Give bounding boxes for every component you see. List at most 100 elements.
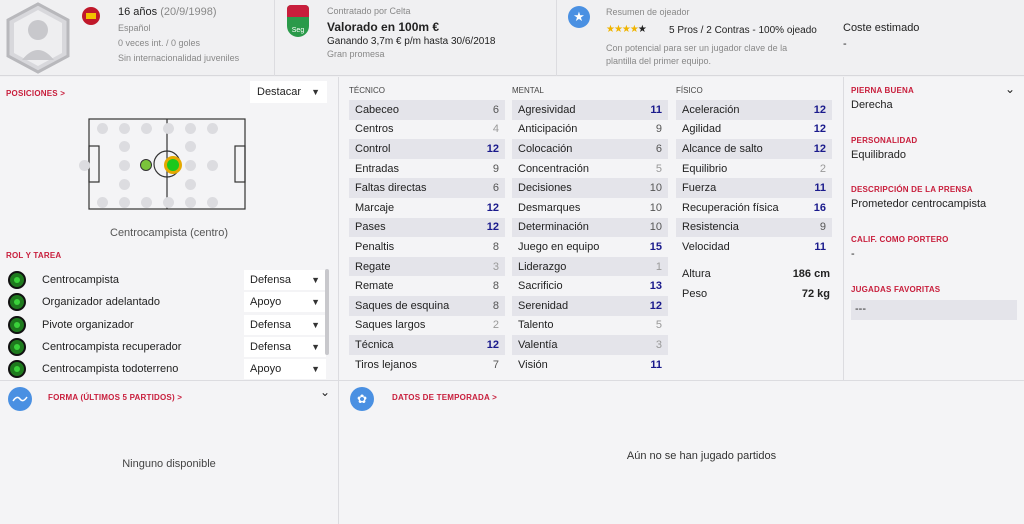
role-row[interactable]: Centrocampista Defensa ▼: [8, 269, 326, 291]
attribute-name: Remate: [355, 280, 394, 293]
pitch-position-dot: [185, 179, 196, 190]
attribute-value: 1: [655, 260, 662, 273]
attribute-name: Penaltis: [355, 240, 395, 253]
attribute-name: Equilibrio: [682, 162, 728, 175]
highlight-dropdown[interactable]: Destacar ▼: [250, 81, 327, 103]
attribute-row: Agresividad 11: [512, 100, 668, 120]
attribute-row: Marcaje 12: [349, 198, 505, 218]
role-icon: [8, 316, 26, 334]
role-row[interactable]: Centrocampista recuperador Defensa ▼: [8, 336, 326, 358]
attribute-value: 9: [819, 221, 826, 234]
attribute-name: Colocación: [518, 142, 573, 155]
duty-dropdown[interactable]: Defensa ▼: [244, 337, 326, 357]
pitch-position-dot: [207, 123, 218, 134]
attribute-value: 5: [655, 319, 662, 332]
attribute-name: Alcance de salto: [682, 142, 763, 155]
attribute-row: Liderazgo 1: [512, 256, 668, 277]
club-badge-icon[interactable]: Seg: [287, 5, 309, 37]
duty-label: Defensa: [250, 274, 291, 286]
attribute-name: Visión: [518, 358, 548, 371]
attribute-value: 12: [813, 103, 826, 116]
attribute-name: Liderazgo: [518, 260, 567, 273]
weight-value: 72 kg: [801, 288, 830, 300]
attribute-value: 16: [813, 201, 826, 214]
birth-date: (20/9/1998): [160, 6, 217, 18]
position-label: Centrocampista (centro): [110, 227, 228, 239]
attribute-name: Talento: [518, 319, 554, 332]
scout-rating-stars: ★★★★★: [606, 24, 647, 35]
prospect-label: Gran promesa: [327, 49, 385, 59]
attribute-row: Regate 3: [349, 256, 505, 277]
attribute-row: Cabeceo 6: [349, 100, 505, 120]
attribute-row: Concentración 5: [512, 159, 668, 179]
attribute-row: Remate 8: [349, 276, 505, 296]
attribute-value: 8: [492, 240, 499, 253]
pitch-position-dot: [141, 123, 152, 134]
attribute-name: Concentración: [518, 162, 589, 175]
attribute-row: Control 12: [349, 139, 505, 159]
pitch-natural-position: [164, 156, 182, 174]
role-name: Organizador adelantado: [42, 296, 161, 308]
player-header: 16 años (20/9/1998) Español 0 veces int.…: [0, 0, 1024, 76]
duty-label: Apoyo: [250, 296, 282, 308]
form-title[interactable]: FORMA (ÚLTIMOS 5 PARTIDOS) >: [48, 393, 182, 402]
attribute-row: Colocación 6: [512, 139, 668, 159]
attribute-name: Valentía: [518, 338, 558, 351]
attribute-name: Serenidad: [518, 299, 569, 312]
attribute-name: Decisiones: [518, 182, 572, 195]
season-title[interactable]: DATOS DE TEMPORADA >: [392, 393, 497, 402]
attribute-row: Valentía 3: [512, 335, 668, 355]
attribute-name: Determinación: [518, 221, 589, 234]
attribute-value: 9: [655, 123, 662, 136]
season-empty-message: Aún no se han jugado partidos: [626, 450, 777, 462]
form-collapse-icon[interactable]: ⌄: [320, 385, 330, 399]
duty-label: Defensa: [250, 319, 291, 331]
player-photo: [2, 2, 74, 74]
roles-scrollbar[interactable]: [325, 269, 329, 355]
press-value: Prometedor centrocampista: [851, 198, 987, 210]
attribute-value: 10: [649, 201, 662, 214]
attribute-name: Centros: [355, 123, 394, 136]
role-row[interactable]: Centrocampista todoterreno Apoyo ▼: [8, 358, 326, 380]
duty-dropdown[interactable]: Defensa ▼: [244, 270, 326, 290]
pitch-position-dot: [97, 123, 108, 134]
chevron-down-icon: ▼: [311, 320, 320, 330]
duty-dropdown[interactable]: Apoyo ▼: [244, 292, 326, 312]
youth-caps: Sin internacionalidad juveniles: [118, 53, 240, 63]
attribute-row: Entradas 9: [349, 159, 505, 179]
attribute-name: Aceleración: [682, 103, 740, 116]
attribute-value: 13: [649, 280, 662, 293]
attribute-value: 7: [492, 358, 499, 371]
role-row[interactable]: Organizador adelantado Apoyo ▼: [8, 291, 326, 313]
role-icon: [8, 293, 26, 311]
player-value: Valorado en 100m €: [327, 20, 440, 34]
attribute-value: 3: [655, 338, 662, 351]
positions-title[interactable]: POSICIONES >: [6, 89, 65, 98]
pitch-position-dot: [119, 123, 130, 134]
chevron-down-icon: ▼: [311, 87, 320, 97]
attribute-value: 9: [492, 162, 499, 175]
duty-dropdown[interactable]: Defensa ▼: [244, 315, 326, 335]
cost-value: -: [843, 38, 847, 50]
attribute-row: Decisiones 10: [512, 178, 668, 198]
attribute-value: 12: [813, 142, 826, 155]
attribute-row: Determinación 10: [512, 217, 668, 238]
attribute-name: Saques de esquina: [355, 299, 450, 312]
form-panel: FORMA (ÚLTIMOS 5 PARTIDOS) > ⌄ Ninguno d…: [0, 381, 338, 524]
attribute-name: Marcaje: [355, 201, 395, 214]
attribute-row: Resistencia 9: [676, 217, 832, 238]
attribute-name: Técnica: [355, 338, 394, 351]
attribute-name: Entradas: [355, 162, 400, 175]
attribute-row: Fuerza 11: [676, 178, 832, 198]
pitch-position-dot: [141, 197, 152, 208]
attribute-row: Velocidad 11: [676, 237, 832, 257]
info-collapse-icon[interactable]: ⌄: [1005, 82, 1015, 96]
moves-title: JUGADAS FAVORITAS: [851, 285, 941, 294]
duty-dropdown[interactable]: Apoyo ▼: [244, 359, 326, 379]
attribute-value: 10: [649, 221, 662, 234]
attribute-value: 11: [814, 182, 826, 195]
pitch-position-dot: [185, 141, 196, 152]
attribute-name: Sacrificio: [518, 280, 563, 293]
attribute-row: Faltas directas 6: [349, 178, 505, 198]
role-row[interactable]: Pivote organizador Defensa ▼: [8, 314, 326, 336]
